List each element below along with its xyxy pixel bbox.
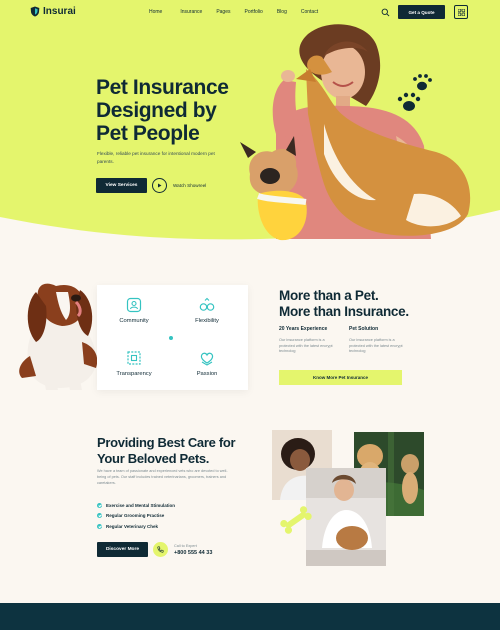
about-title-line: More than Insurance. (279, 304, 409, 319)
spaniel-dog-image (19, 283, 98, 390)
brand-logo[interactable]: Insurai (30, 6, 76, 17)
know-more-button[interactable]: Know More Pet Insurance (279, 370, 402, 385)
woman-cuddling-dog-photo (306, 468, 386, 566)
view-services-button[interactable]: View Services (96, 178, 147, 193)
care-checklist: Exercise and Mental Stimulation Regular … (97, 500, 175, 532)
search-icon[interactable] (381, 8, 390, 17)
check-icon (97, 502, 102, 508)
hero-section: Insurai Home Insurance Pages Portfolio B… (0, 0, 500, 250)
play-video-button[interactable] (152, 178, 167, 193)
check-label: Exercise and Mental Stimulation (106, 502, 176, 508)
nav-item-pages[interactable]: Pages (216, 9, 230, 15)
care-description: We have a team of passionate and experie… (97, 469, 228, 485)
care-title-line: Providing Best Care for (97, 435, 236, 450)
main-menu: Home Insurance Pages Portfolio Blog Cont… (149, 9, 318, 15)
get-quote-button[interactable]: Get a Quote (398, 5, 445, 19)
care-title: Providing Best Care for Your Beloved Pet… (97, 435, 257, 466)
discover-more-button[interactable]: Discover More (97, 542, 148, 557)
phone-icon (157, 546, 164, 553)
hero-woman-with-dogs-image (240, 24, 471, 241)
top-nav: Insurai Home Insurance Pages Portfolio B… (0, 0, 500, 26)
grid-menu-button[interactable] (454, 5, 468, 19)
nav-item-home[interactable]: Home (149, 9, 162, 15)
list-item: Regular Grooming Practise (97, 511, 175, 522)
watch-showreel-link[interactable]: Watch Showreel (173, 183, 206, 188)
grid-icon (457, 8, 465, 16)
list-item: Exercise and Mental Stimulation (97, 500, 175, 511)
community-icon (126, 297, 142, 313)
flexibility-icon (199, 297, 215, 311)
shield-logo-icon (30, 6, 40, 17)
experience-text: Our insurance platform is a protected wi… (279, 338, 333, 354)
play-icon (158, 183, 162, 188)
transparency-icon (127, 351, 141, 365)
paw-print-icon (413, 74, 432, 91)
about-title: More than a Pet. More than Insurance. (279, 288, 459, 320)
care-title-line: Your Beloved Pets. (97, 450, 210, 466)
feature-transparency: Transparency (104, 349, 164, 377)
feature-label: Community (119, 318, 149, 324)
call-button[interactable] (153, 542, 168, 557)
feature-label: Passion (196, 371, 218, 377)
call-label: Call to Expert (174, 544, 197, 548)
feature-passion: Passion (177, 349, 237, 377)
card-center-dot (168, 335, 174, 341)
check-icon (97, 513, 102, 519)
hero-description: Flexible, reliable pet insurance for int… (97, 151, 215, 164)
features-card: Community Flexibility Transparency Passi… (97, 285, 248, 390)
check-label: Regular Grooming Practise (106, 513, 165, 519)
nav-item-contact[interactable]: Contact (301, 9, 318, 15)
feature-label: Transparency (116, 371, 152, 377)
experience-heading: 20 Years Experience (279, 326, 328, 332)
footer-band (0, 603, 500, 630)
feature-community: Community (104, 296, 164, 324)
pet-solution-text: Our insurance platform is a protected wi… (349, 338, 403, 354)
about-title-line: More than a Pet. (279, 288, 379, 303)
passion-icon (200, 352, 214, 366)
feature-flexibility: Flexibility (177, 296, 237, 324)
pet-solution-heading: Pet Solution (349, 326, 379, 332)
brand-name: Insurai (43, 6, 76, 17)
paw-print-icon (397, 92, 421, 111)
nav-item-insurance[interactable]: Insurance (180, 9, 202, 15)
feature-label: Flexibility (195, 318, 219, 324)
pet-care-photo-collage (272, 430, 424, 566)
check-icon (97, 523, 102, 529)
list-item: Regular Veterinary Chek (97, 521, 175, 532)
phone-number[interactable]: +800 555 44 33 (174, 550, 212, 556)
check-label: Regular Veterinary Chek (106, 523, 159, 529)
nav-item-blog[interactable]: Blog (277, 9, 287, 15)
nav-item-portfolio[interactable]: Portfolio (245, 9, 263, 15)
